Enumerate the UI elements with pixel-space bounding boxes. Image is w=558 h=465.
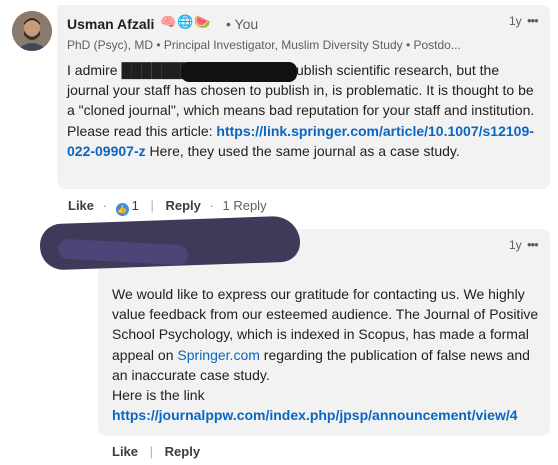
journal-announcement-link[interactable]: https://journalppw.com/index.php/jpsp/an… (112, 407, 518, 423)
comment-text: I admire ███████'s staff trying to publi… (67, 60, 537, 161)
author-name[interactable]: Usman Afzali (67, 16, 154, 32)
dot-separator: · (102, 198, 107, 213)
avatar[interactable] (12, 11, 52, 51)
reply-button[interactable]: Reply (165, 444, 200, 459)
author-emojis: 🧠🌐🍉 (160, 14, 212, 29)
comment-text-after-link: Here, they used the same journal as a ca… (145, 142, 460, 159)
thumbs-up-reaction-icon[interactable]: 👍 (115, 203, 129, 216)
reaction-count[interactable]: 1 (132, 198, 139, 213)
reply-text-line3: Here is the link (112, 387, 205, 404)
reply-text: We would like to express our gratitude f… (112, 284, 542, 425)
like-button[interactable]: Like (112, 444, 138, 459)
reply-timestamp: 1y (509, 238, 522, 252)
divider: | (150, 198, 154, 213)
you-label: • You (226, 16, 259, 32)
replies-count-link[interactable]: 1 Reply (222, 198, 266, 213)
profile-photo-icon (12, 11, 52, 51)
comment-timestamp: 1y (509, 14, 522, 28)
redaction-mark (181, 62, 297, 82)
comment-actions: Like · 👍 1 | Reply · 1 Reply (68, 198, 267, 216)
dot-separator: · (209, 198, 214, 213)
reply-button[interactable]: Reply (165, 198, 200, 213)
comment-bubble: Usman Afzali 🧠🌐🍉 • You 1y ••• PhD (Psyc)… (57, 5, 550, 189)
like-button[interactable]: Like (68, 198, 94, 213)
reply-actions: Like | Reply (112, 444, 200, 459)
more-options-icon[interactable]: ••• (527, 237, 539, 252)
divider: | (149, 444, 154, 459)
springer-link[interactable]: Springer.com (177, 347, 259, 363)
author-headline: PhD (Psyc), MD • Principal Investigator,… (67, 38, 461, 52)
more-options-icon[interactable]: ••• (527, 13, 539, 28)
